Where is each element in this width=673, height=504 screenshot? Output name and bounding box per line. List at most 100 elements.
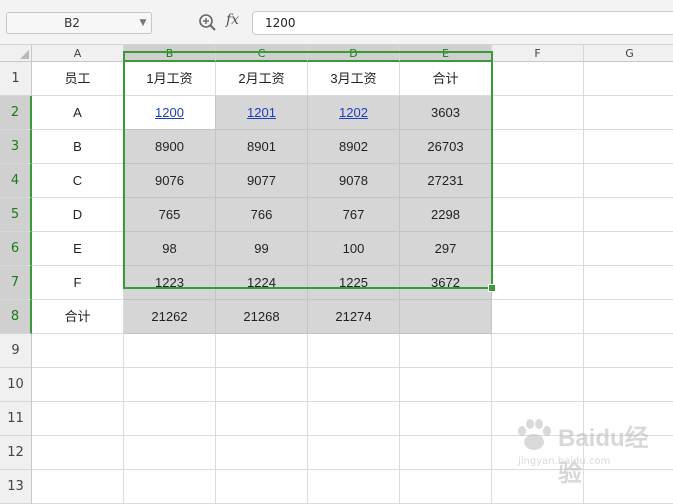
cell-g10[interactable] <box>584 368 673 402</box>
column-header-b[interactable]: B <box>124 45 216 62</box>
cell-a13[interactable] <box>32 470 124 504</box>
cell-e6[interactable]: 297 <box>400 232 492 266</box>
cell-g7[interactable] <box>584 266 673 300</box>
cell-d2[interactable]: 1202 <box>308 96 400 130</box>
cell-b8[interactable]: 21262 <box>124 300 216 334</box>
cell-c13[interactable] <box>216 470 308 504</box>
cell-d6[interactable]: 100 <box>308 232 400 266</box>
cell-e11[interactable] <box>400 402 492 436</box>
cell-b3[interactable]: 8900 <box>124 130 216 164</box>
cell-e1[interactable]: 合计 <box>400 62 492 96</box>
cell-d11[interactable] <box>308 402 400 436</box>
cell-a11[interactable] <box>32 402 124 436</box>
cell-g5[interactable] <box>584 198 673 232</box>
cell-a3[interactable]: B <box>32 130 124 164</box>
cell-b2[interactable]: 1200 <box>124 96 216 130</box>
row-header-5[interactable]: 5 <box>0 198 32 232</box>
cell-a7[interactable]: F <box>32 266 124 300</box>
cell-f5[interactable] <box>492 198 584 232</box>
cell-c1[interactable]: 2月工资 <box>216 62 308 96</box>
cell-g3[interactable] <box>584 130 673 164</box>
cell-a6[interactable]: E <box>32 232 124 266</box>
cell-c12[interactable] <box>216 436 308 470</box>
cell-f3[interactable] <box>492 130 584 164</box>
zoom-icon[interactable] <box>198 13 218 33</box>
cell-f2[interactable] <box>492 96 584 130</box>
formula-input[interactable]: 1200 <box>252 11 673 35</box>
chevron-down-icon[interactable]: ▼ <box>138 17 148 29</box>
cell-c7[interactable]: 1224 <box>216 266 308 300</box>
cell-b9[interactable] <box>124 334 216 368</box>
name-box[interactable]: B2 ▼ <box>6 12 152 34</box>
cell-b1[interactable]: 1月工资 <box>124 62 216 96</box>
cell-f6[interactable] <box>492 232 584 266</box>
row-header-2[interactable]: 2 <box>0 96 32 130</box>
row-header-12[interactable]: 12 <box>0 436 32 470</box>
cell-a12[interactable] <box>32 436 124 470</box>
cell-a9[interactable] <box>32 334 124 368</box>
cell-e5[interactable]: 2298 <box>400 198 492 232</box>
cell-f10[interactable] <box>492 368 584 402</box>
column-header-e[interactable]: E <box>400 45 492 62</box>
cell-b7[interactable]: 1223 <box>124 266 216 300</box>
row-header-6[interactable]: 6 <box>0 232 32 266</box>
cell-b6[interactable]: 98 <box>124 232 216 266</box>
cell-d8[interactable]: 21274 <box>308 300 400 334</box>
column-header-g[interactable]: G <box>584 45 673 62</box>
cell-d9[interactable] <box>308 334 400 368</box>
column-header-c[interactable]: C <box>216 45 308 62</box>
cell-g6[interactable] <box>584 232 673 266</box>
row-header-13[interactable]: 13 <box>0 470 32 504</box>
cell-c2[interactable]: 1201 <box>216 96 308 130</box>
cell-f8[interactable] <box>492 300 584 334</box>
cell-b11[interactable] <box>124 402 216 436</box>
row-header-10[interactable]: 10 <box>0 368 32 402</box>
cell-c11[interactable] <box>216 402 308 436</box>
row-header-9[interactable]: 9 <box>0 334 32 368</box>
cell-a1[interactable]: 员工 <box>32 62 124 96</box>
row-header-3[interactable]: 3 <box>0 130 32 164</box>
cell-e12[interactable] <box>400 436 492 470</box>
cell-c8[interactable]: 21268 <box>216 300 308 334</box>
cell-d13[interactable] <box>308 470 400 504</box>
cell-b4[interactable]: 9076 <box>124 164 216 198</box>
cell-a2[interactable]: A <box>32 96 124 130</box>
fill-handle[interactable] <box>488 284 496 292</box>
cell-d12[interactable] <box>308 436 400 470</box>
cell-e8[interactable] <box>400 300 492 334</box>
row-header-8[interactable]: 8 <box>0 300 32 334</box>
cell-g4[interactable] <box>584 164 673 198</box>
cell-b10[interactable] <box>124 368 216 402</box>
cell-c5[interactable]: 766 <box>216 198 308 232</box>
cell-a8[interactable]: 合计 <box>32 300 124 334</box>
column-header-f[interactable]: F <box>492 45 584 62</box>
cell-f9[interactable] <box>492 334 584 368</box>
cell-g8[interactable] <box>584 300 673 334</box>
cell-f1[interactable] <box>492 62 584 96</box>
cell-e13[interactable] <box>400 470 492 504</box>
cell-e7[interactable]: 3672 <box>400 266 492 300</box>
cell-g1[interactable] <box>584 62 673 96</box>
cell-d5[interactable]: 767 <box>308 198 400 232</box>
fx-icon[interactable]: fx <box>226 12 246 32</box>
cell-d3[interactable]: 8902 <box>308 130 400 164</box>
cell-e10[interactable] <box>400 368 492 402</box>
column-header-d[interactable]: D <box>308 45 400 62</box>
row-header-7[interactable]: 7 <box>0 266 32 300</box>
cell-c9[interactable] <box>216 334 308 368</box>
cell-g9[interactable] <box>584 334 673 368</box>
cell-e2[interactable]: 3603 <box>400 96 492 130</box>
row-header-4[interactable]: 4 <box>0 164 32 198</box>
row-header-1[interactable]: 1 <box>0 62 32 96</box>
row-header-11[interactable]: 11 <box>0 402 32 436</box>
cell-f7[interactable] <box>492 266 584 300</box>
cell-b13[interactable] <box>124 470 216 504</box>
cell-c4[interactable]: 9077 <box>216 164 308 198</box>
select-all-corner[interactable] <box>0 45 32 62</box>
cell-e4[interactable]: 27231 <box>400 164 492 198</box>
cell-d7[interactable]: 1225 <box>308 266 400 300</box>
cell-c3[interactable]: 8901 <box>216 130 308 164</box>
cell-b5[interactable]: 765 <box>124 198 216 232</box>
cell-c6[interactable]: 99 <box>216 232 308 266</box>
cell-g2[interactable] <box>584 96 673 130</box>
